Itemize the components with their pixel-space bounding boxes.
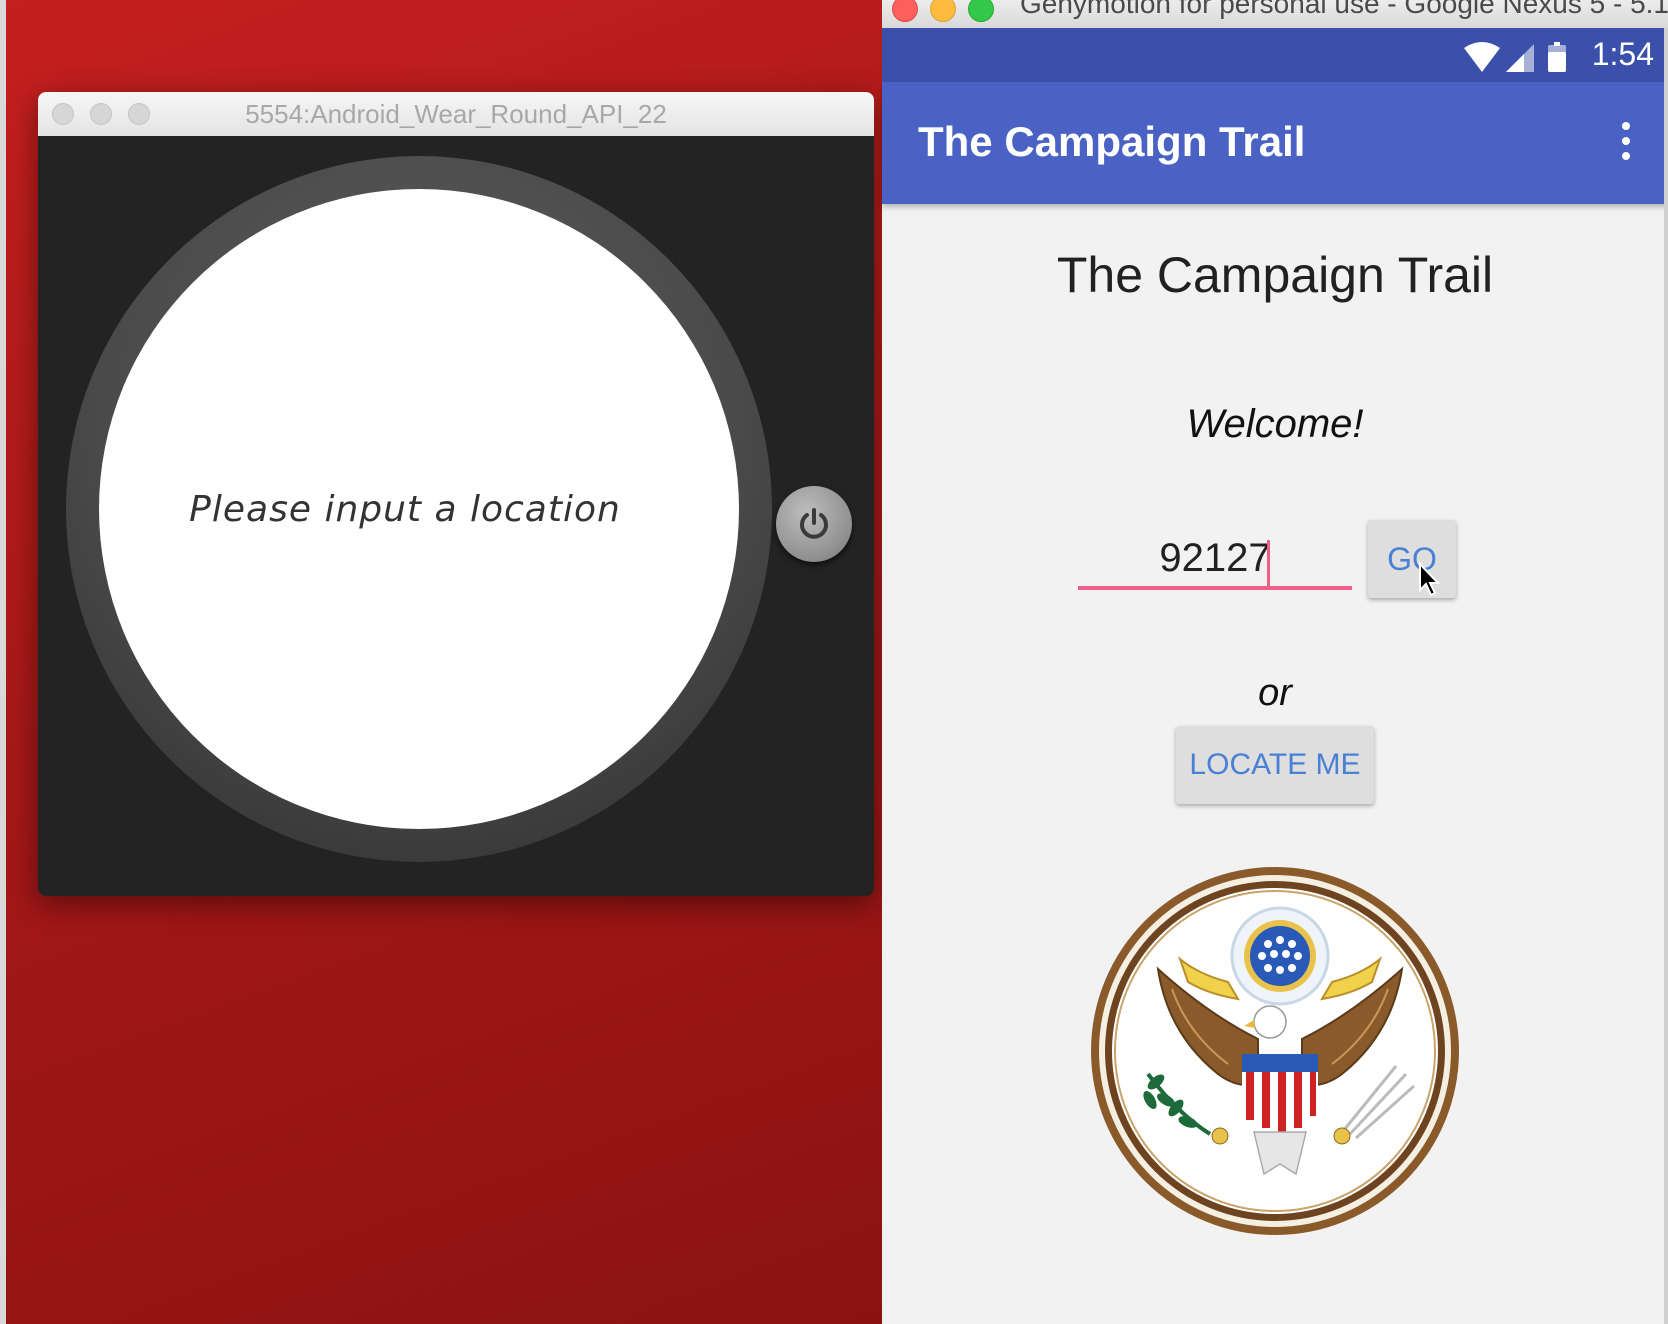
battery-icon (1548, 42, 1566, 72)
genymotion-window-title: Genymotion for personal use - Google Nex… (1020, 0, 1668, 19)
mouse-pointer-icon (1419, 562, 1441, 597)
watch-screen[interactable]: Please input a location (99, 189, 739, 829)
welcome-text: Welcome! (1186, 402, 1364, 446)
genymotion-maximize-button[interactable] (968, 0, 994, 22)
watch-prompt-text: Please input a location (189, 489, 621, 530)
status-icons (1464, 42, 1566, 72)
genymotion-titlebar[interactable]: Genymotion for personal use - Google Nex… (882, 0, 1668, 28)
go-button[interactable]: GO (1368, 520, 1456, 598)
overflow-menu-icon[interactable] (1610, 122, 1640, 162)
wear-window-title: 5554:Android_Wear_Round_API_22 (245, 99, 667, 129)
app-bar-title: The Campaign Trail (918, 118, 1306, 165)
genymotion-minimize-button[interactable] (930, 0, 956, 22)
wear-emulator-window: 5554:Android_Wear_Round_API_22 Please in… (38, 92, 874, 896)
power-icon (800, 508, 828, 539)
text-cursor (1267, 540, 1270, 586)
us-great-seal-image (1091, 867, 1459, 1235)
desktop-edge (0, 0, 6, 1324)
zip-code-input[interactable] (1078, 530, 1352, 590)
status-time: 1:54 (1591, 36, 1654, 72)
genymotion-window-edge (1664, 28, 1668, 1324)
or-text: or (1258, 672, 1292, 714)
wifi-icon (1464, 42, 1500, 72)
signal-icon (1506, 44, 1534, 72)
android-status-bar: 1:54 (882, 28, 1668, 82)
app-toolbar: The Campaign Trail (882, 82, 1668, 204)
locate-me-button[interactable]: LOCATE ME (1176, 726, 1374, 804)
watch-power-button[interactable] (776, 486, 852, 562)
page-title: The Campaign Trail (1056, 247, 1494, 303)
wear-window-titlebar[interactable]: 5554:Android_Wear_Round_API_22 (38, 92, 874, 137)
genymotion-window: Genymotion for personal use - Google Nex… (882, 0, 1668, 1324)
wear-emulator-body: Please input a location (38, 136, 874, 896)
genymotion-close-button[interactable] (892, 0, 918, 22)
